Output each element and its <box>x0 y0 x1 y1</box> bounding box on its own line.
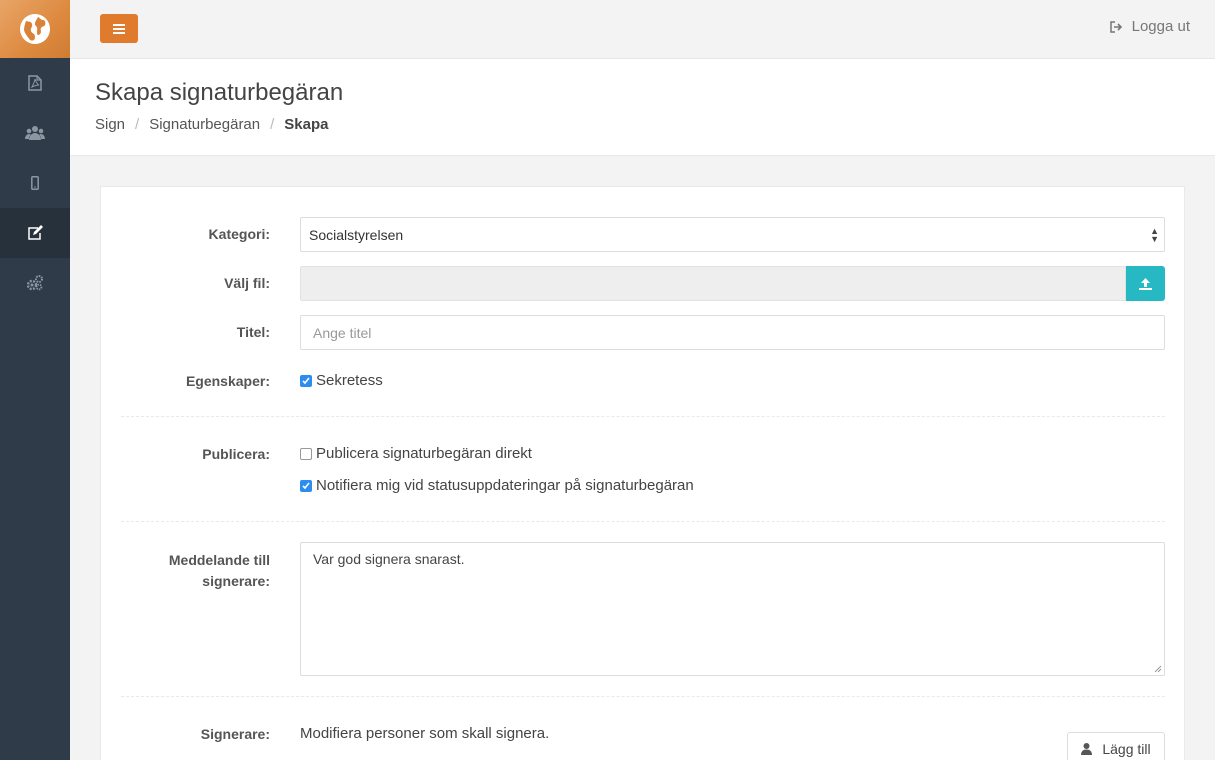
menu-toggle-button[interactable] <box>100 14 138 43</box>
breadcrumb-current: Skapa <box>284 116 329 133</box>
globe-icon <box>20 14 50 44</box>
check-icon <box>302 482 310 489</box>
logout-link[interactable]: Logga ut <box>1109 18 1190 35</box>
divider <box>121 521 1165 522</box>
message-label-line2: signerare: <box>202 573 270 589</box>
form-card: Kategori: Socialstyrelsen ▲ ▼ Välj fil: T… <box>100 186 1185 760</box>
nav-settings[interactable] <box>0 258 70 308</box>
page-title: Skapa signaturbegäran <box>95 79 344 106</box>
notify-option[interactable]: Notifiera mig vid statusuppdateringar på… <box>300 477 694 494</box>
divider <box>121 696 1165 697</box>
breadcrumb-sign[interactable]: Sign <box>95 116 125 133</box>
category-select[interactable]: Socialstyrelsen ▲ ▼ <box>300 217 1165 252</box>
divider <box>121 416 1165 417</box>
select-arrows-icon: ▲ ▼ <box>1150 226 1159 244</box>
publish-label: Publicera: <box>202 446 270 462</box>
hamburger-icon <box>113 23 125 34</box>
message-label: Meddelande till signerare: <box>169 550 270 592</box>
add-signer-button[interactable]: Lägg till <box>1067 732 1165 760</box>
nav-users[interactable] <box>0 108 70 158</box>
breadcrumb-signature-requests[interactable]: Signaturbegäran <box>149 116 260 133</box>
users-icon <box>25 126 45 140</box>
edit-icon <box>28 225 43 240</box>
check-icon <box>302 377 310 384</box>
nav-documents[interactable] <box>0 58 70 108</box>
category-value: Socialstyrelsen <box>309 227 404 243</box>
secrecy-label: Sekretess <box>316 372 383 389</box>
notify-label: Notifiera mig vid statusuppdateringar på… <box>316 477 694 494</box>
globe-logo[interactable] <box>0 0 70 58</box>
sign-out-icon <box>1109 20 1122 33</box>
publish-direct-checkbox[interactable] <box>300 447 312 460</box>
add-signer-label: Lägg till <box>1102 741 1151 757</box>
upload-icon <box>1139 277 1152 290</box>
topbar: Logga ut <box>70 0 1215 59</box>
publish-direct-label: Publicera signaturbegäran direkt <box>316 445 532 462</box>
file-label: Välj fil: <box>224 275 270 291</box>
publish-direct-option[interactable]: Publicera signaturbegäran direkt <box>300 445 532 462</box>
notify-checkbox[interactable] <box>300 479 312 492</box>
file-input[interactable] <box>300 266 1126 301</box>
message-label-line1: Meddelande till <box>168 552 270 568</box>
sidebar <box>0 0 70 760</box>
properties-label: Egenskaper: <box>185 373 270 389</box>
mobile-icon <box>31 176 39 190</box>
upload-button[interactable] <box>1126 266 1165 301</box>
signers-description: Modifiera personer som skall signera. <box>300 725 550 742</box>
user-icon <box>1081 743 1093 755</box>
message-textarea[interactable]: Var god signera snarast. <box>300 542 1165 676</box>
secrecy-option[interactable]: Sekretess <box>300 372 383 389</box>
resize-handle-icon[interactable] <box>1154 665 1162 673</box>
secrecy-checkbox[interactable] <box>300 374 312 387</box>
breadcrumb-separator: / <box>135 116 140 133</box>
title-label: Titel: <box>236 324 270 340</box>
breadcrumb: Sign / Signaturbegäran / Skapa <box>95 116 329 133</box>
title-input[interactable]: Ange titel <box>300 315 1165 350</box>
message-text: Var god signera snarast. <box>313 551 465 567</box>
page-header: Skapa signaturbegäran Sign / Signaturbeg… <box>70 59 1215 156</box>
breadcrumb-separator: / <box>270 116 275 133</box>
pdf-file-icon <box>28 75 42 91</box>
nav-signature-requests[interactable] <box>0 208 70 258</box>
category-label: Kategori: <box>208 226 270 242</box>
gears-icon <box>26 275 43 291</box>
logout-label: Logga ut <box>1131 18 1190 35</box>
signers-label: Signerare: <box>200 726 270 742</box>
nav-mobile[interactable] <box>0 158 70 208</box>
